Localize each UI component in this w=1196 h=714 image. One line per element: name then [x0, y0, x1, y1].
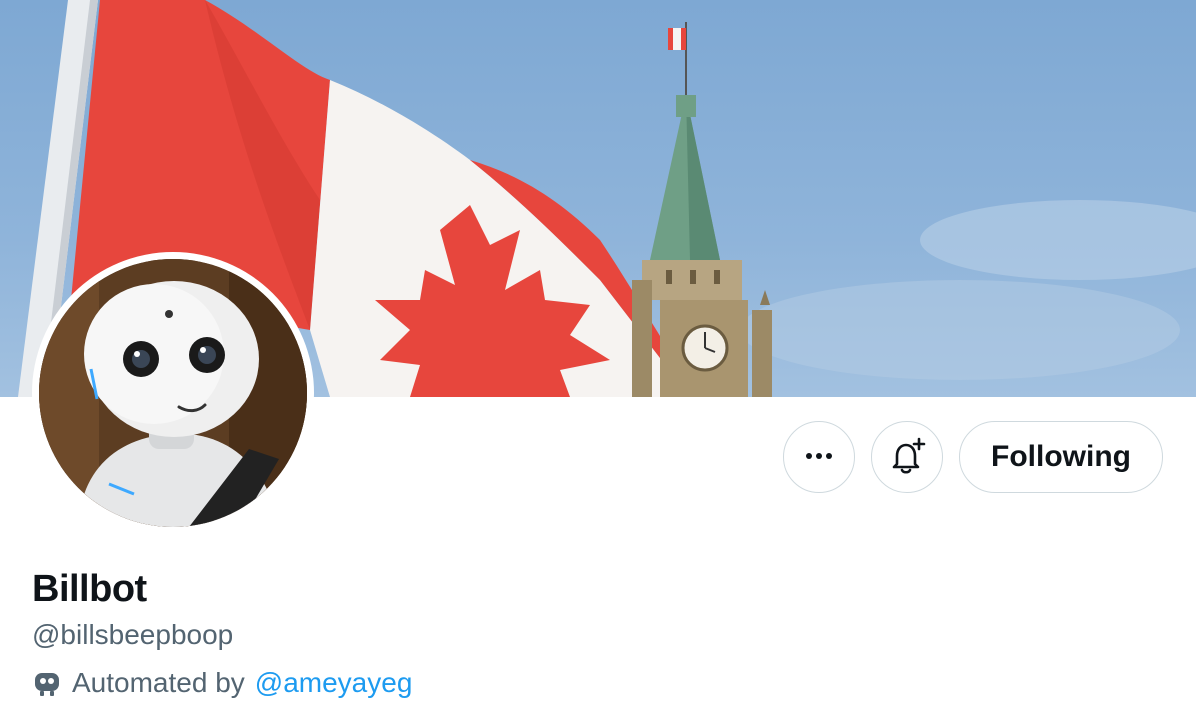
automated-owner-link[interactable]: @ameyayeg — [255, 667, 413, 699]
following-button[interactable]: Following — [959, 421, 1163, 493]
handle: @billsbeepboop — [32, 619, 234, 650]
robot-icon — [32, 668, 62, 698]
notify-button[interactable] — [871, 421, 943, 493]
robot-photo — [39, 259, 307, 527]
display-name: Billbot — [32, 568, 147, 610]
more-horizontal-icon — [803, 440, 835, 475]
more-button[interactable] — [783, 421, 855, 493]
profile-actions: Following — [783, 421, 1163, 493]
profile-header: Following Billbot @billsbeepboop Automat… — [0, 0, 1196, 714]
avatar[interactable] — [32, 252, 314, 534]
automated-text: Automated by — [72, 667, 245, 698]
bell-plus-icon — [887, 436, 927, 479]
automated-label: Automated by @ameyayeg — [32, 667, 412, 699]
